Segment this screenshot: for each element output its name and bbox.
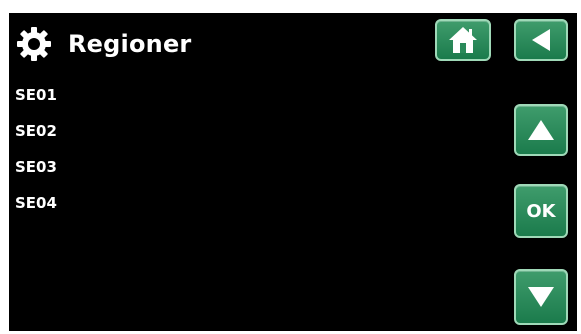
ok-label: OK [526, 200, 556, 222]
page-title: Regioner [68, 30, 192, 58]
list-item-se02[interactable]: SE02 [15, 121, 57, 157]
region-list: SE01 SE02 SE03 SE04 [15, 85, 57, 229]
home-button[interactable] [435, 19, 491, 61]
home-icon [446, 25, 480, 55]
list-item-se01[interactable]: SE01 [15, 85, 57, 121]
scroll-up-button[interactable] [514, 104, 568, 156]
scroll-down-button[interactable] [514, 269, 568, 325]
list-item-se03[interactable]: SE03 [15, 157, 57, 193]
gear-icon [16, 26, 52, 62]
back-arrow-icon [528, 27, 554, 53]
display-screen: Regioner SE01 SE02 SE03 SE04 OK [9, 13, 577, 331]
up-arrow-icon [526, 117, 556, 143]
down-arrow-icon [526, 284, 556, 310]
ok-button[interactable]: OK [514, 184, 568, 238]
list-item-se04[interactable]: SE04 [15, 193, 57, 229]
back-button[interactable] [514, 19, 568, 61]
